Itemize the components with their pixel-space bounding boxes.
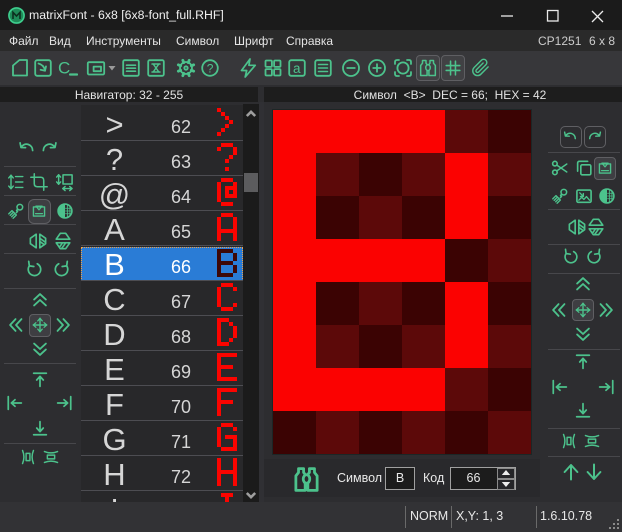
svg-text:C: C: [58, 59, 70, 78]
svg-text:?: ?: [207, 61, 214, 75]
svg-text:a: a: [293, 61, 301, 76]
